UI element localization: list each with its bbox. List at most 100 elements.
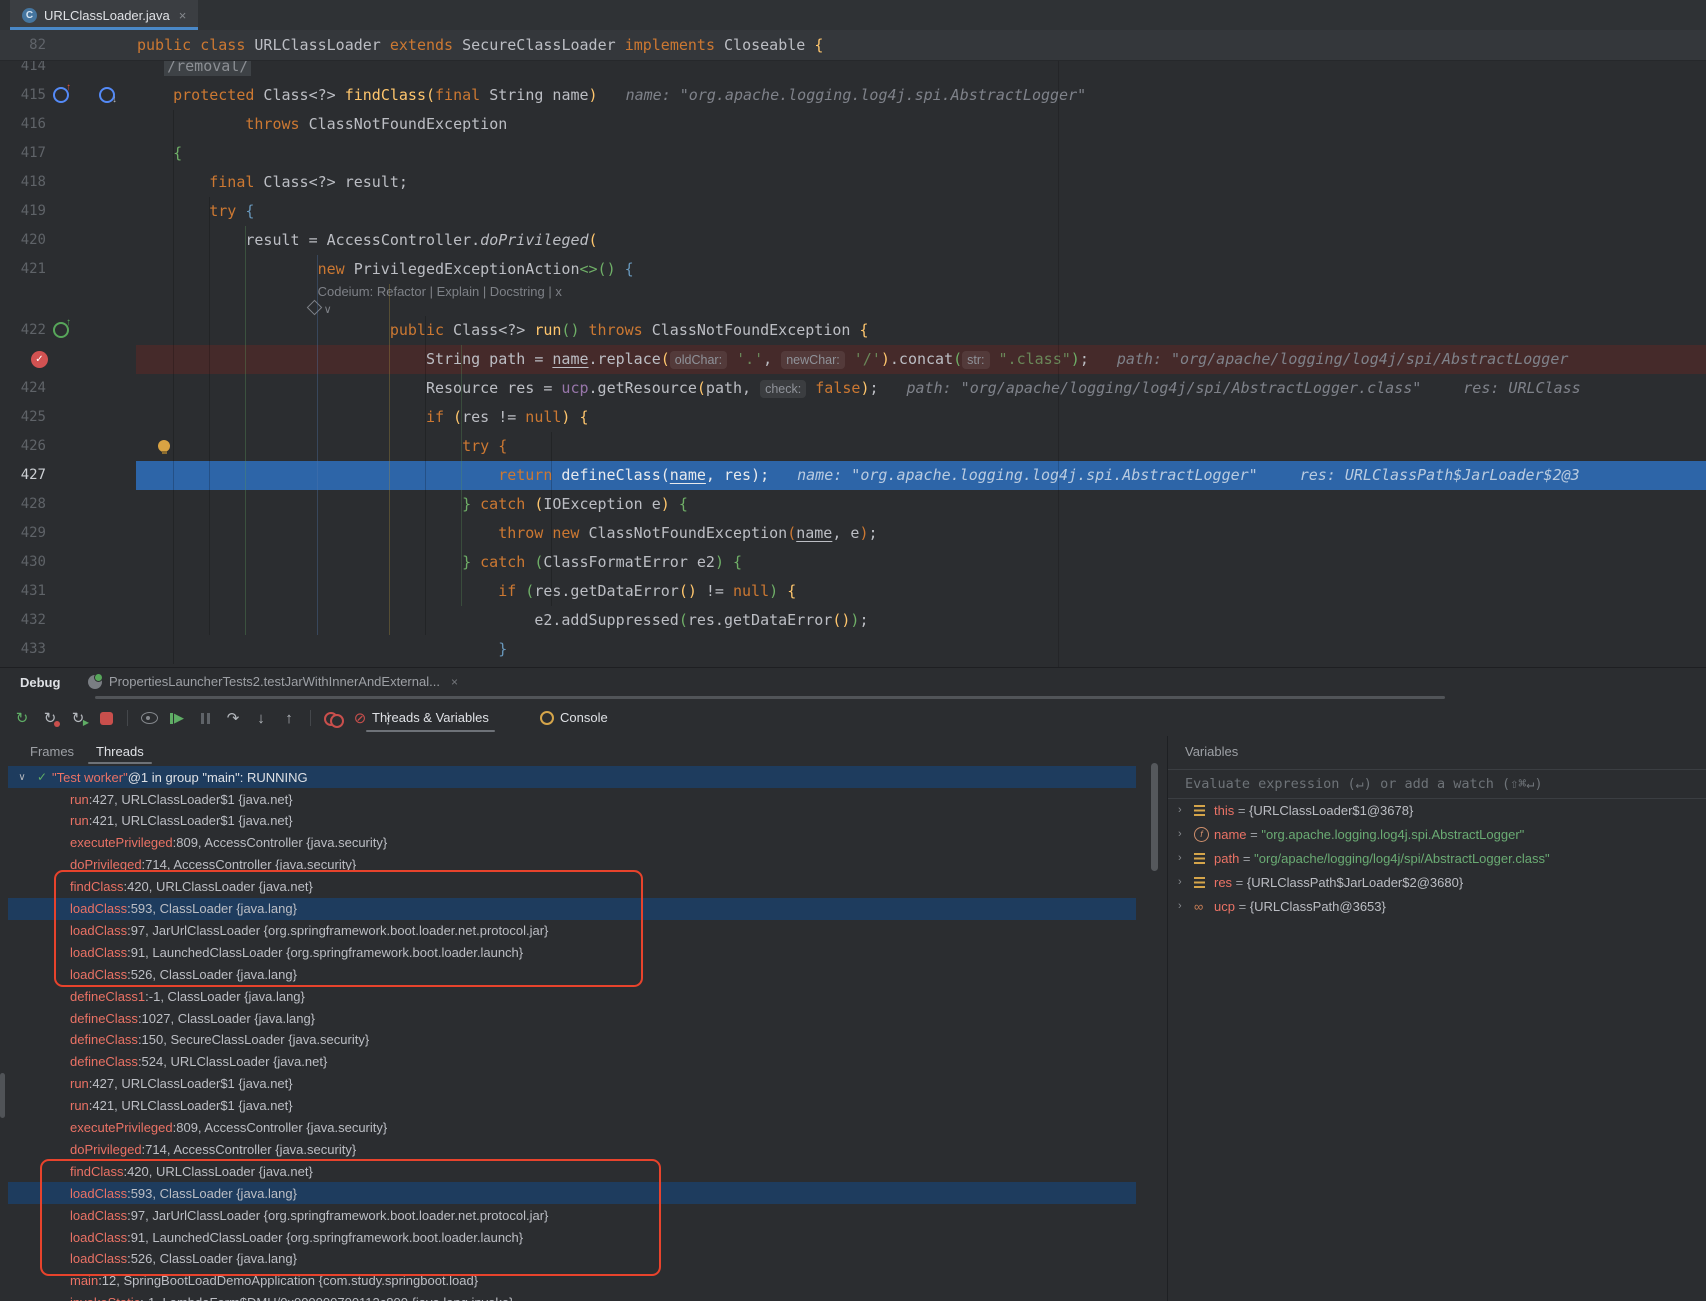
code-token [778,582,787,600]
editor-tab-title: URLClassLoader.java [44,8,170,23]
stack-frame-run[interactable]: run:427, URLClassLoader$1 {java.net} [8,788,1136,810]
line-number[interactable]: 426 [2,432,46,461]
code-line-424[interactable]: 424Resource res = ucp.getResource(path, … [0,374,1706,403]
stack-frame-defineClass1[interactable]: defineClass1:-1, ClassLoader {java.lang} [8,985,1136,1007]
line-number[interactable]: 422 [2,316,46,345]
tab-threads-and-variables[interactable]: Threads & Variables [372,701,489,733]
stack-frame-run[interactable]: run:421, URLClassLoader$1 {java.net} [8,810,1136,832]
variable-row-path[interactable]: ›path = "org/apache/logging/log4j/spi/Ab… [1168,846,1706,870]
stack-frame-defineClass[interactable]: defineClass:524, URLClassLoader {java.ne… [8,1051,1136,1073]
frames-scrollbar[interactable] [1151,763,1158,871]
resume-button[interactable]: ▶ [165,706,189,730]
debug-session-tab[interactable]: PropertiesLauncherTests2.testJarWithInne… [88,674,458,689]
code-token: .replace [589,350,661,368]
code-line-428[interactable]: 428} catch (IOException e) { [0,490,1706,519]
override-up-icon[interactable]: ↑ [52,86,69,103]
code-line-423[interactable]: ✓String path = name.replace(oldChar: '.'… [0,345,1706,374]
tab-frames[interactable]: Frames [30,736,74,766]
line-number[interactable]: 419 [2,197,46,226]
line-number[interactable]: 431 [2,577,46,606]
code-line-421[interactable]: 421new PrivilegedExceptionAction<>() { [0,255,1706,284]
line-number[interactable]: 425 [2,403,46,432]
variable-row-res[interactable]: ›res = {URLClassPath$JarLoader$2@3680} [1168,870,1706,894]
code-token: { [787,582,796,600]
intention-bulb-icon[interactable] [158,440,170,452]
mute-breakpoints-button[interactable]: ⊘ [348,706,372,730]
expand-chevron-icon[interactable]: › [1178,876,1194,888]
code-line-432[interactable]: 432e2.addSuppressed(res.getDataError()); [0,606,1706,635]
code-line-433[interactable]: 433} [0,635,1706,664]
code-line-431[interactable]: 431if (res.getDataError() != null) { [0,577,1706,606]
line-number[interactable]: 427 [2,461,46,490]
close-tab-icon[interactable]: × [179,8,187,23]
code-line-415[interactable]: 415↑↓protected Class<?> findClass(final … [0,81,1706,110]
stack-frame-defineClass[interactable]: defineClass:150, SecureClassLoader {java… [8,1029,1136,1051]
code-line-429[interactable]: 429 throw new ClassNotFoundException(name… [0,519,1706,548]
close-session-icon[interactable]: × [451,675,458,689]
code-token: } [498,640,507,658]
sticky-class-declaration[interactable]: 82 public class URLClassLoader extends S… [0,30,1706,61]
line-number[interactable]: 432 [2,606,46,635]
step-over-button[interactable]: ↷ [221,706,245,730]
line-number[interactable]: 415 [2,81,46,110]
thread-row[interactable]: ∨ ✓ "Test worker" @1 in group "main": RU… [8,766,1136,788]
code-line-426[interactable]: 426try { [0,432,1706,461]
variable-row-ucp[interactable]: ›∞ucp = {URLClassPath@3653} [1168,894,1706,918]
variable-row-this[interactable]: ›this = {URLClassLoader$1@3678} [1168,798,1706,822]
line-number[interactable]: 421 [2,255,46,284]
view-breakpoints-button[interactable] [320,706,344,730]
line-number[interactable]: 433 [2,635,46,664]
line-number[interactable]: 424 [2,374,46,403]
code-line-419[interactable]: 419try { [0,197,1706,226]
code-editor[interactable]: 414/removal/415↑↓protected Class<?> find… [0,30,1706,667]
stack-frame-run[interactable]: run:421, URLClassLoader$1 {java.net} [8,1095,1136,1117]
expand-chevron-icon[interactable]: › [1178,828,1194,840]
watch-options-icon[interactable] [137,706,161,730]
rerun-button[interactable]: ↻ [10,706,34,730]
expand-chevron-icon[interactable]: › [1178,804,1194,816]
step-into-button[interactable]: ↓ [249,706,273,730]
codeium-widget-icon[interactable]: ∨ [309,302,332,316]
code-text: throw new ClassNotFoundException(name, e… [498,519,877,548]
line-number[interactable]: 417 [2,139,46,168]
rerun-failed-tests-button[interactable]: ↻ [38,706,62,730]
stack-frame-executePrivileged[interactable]: executePrivileged:809, AccessController … [8,1117,1136,1139]
chevron-down-icon[interactable]: ∨ [12,772,32,783]
step-out-button[interactable]: ↑ [277,706,301,730]
rerun-tests-button[interactable]: ↻▶ [66,706,90,730]
code-line-418[interactable]: 418final Class<?> result; [0,168,1706,197]
line-number[interactable]: 420 [2,226,46,255]
stack-frame-run[interactable]: run:427, URLClassLoader$1 {java.net} [8,1073,1136,1095]
implements-up-icon[interactable]: ↑ [52,321,69,338]
line-number[interactable]: 416 [2,110,46,139]
tabstrip-scrollbar[interactable] [95,696,1445,699]
line-number[interactable]: 430 [2,548,46,577]
stack-frame-defineClass[interactable]: defineClass:1027, ClassLoader {java.lang… [8,1007,1136,1029]
expand-chevron-icon[interactable]: › [1178,900,1194,912]
code-line-430[interactable]: 430} catch (ClassFormatError e2) { [0,548,1706,577]
stack-frame-doPrivileged[interactable]: doPrivileged:714, AccessController {java… [8,1138,1136,1160]
frames-left-scrollbar[interactable] [0,1073,5,1118]
evaluate-expression-input[interactable]: Evaluate expression (↵) or add a watch (… [1168,769,1706,799]
code-line-417[interactable]: 417{ [0,139,1706,168]
pause-button[interactable] [193,706,217,730]
line-number[interactable]: 428 [2,490,46,519]
overridden-down-icon[interactable]: ↓ [98,86,115,103]
code-line-425[interactable]: 425if (res != null) { [0,403,1706,432]
tab-threads[interactable]: Threads [96,736,144,766]
code-line-422[interactable]: 422↑public Class<?> run() throws ClassNo… [0,316,1706,345]
line-number[interactable]: 429 [2,519,46,548]
stop-button[interactable] [94,706,118,730]
code-line-427[interactable]: 427return defineClass(name, res);name: "… [0,461,1706,490]
stack-frame-executePrivileged[interactable]: executePrivileged:809, AccessController … [8,832,1136,854]
editor-tab-urlclassloader[interactable]: C URLClassLoader.java × [10,0,198,30]
expand-chevron-icon[interactable]: › [1178,852,1194,864]
variable-row-name[interactable]: ›fname = "org.apache.logging.log4j.spi.A… [1168,822,1706,846]
code-line-420[interactable]: 420result = AccessController.doPrivilege… [0,226,1706,255]
tab-console[interactable]: Console [540,701,608,733]
frame-method-name: run [70,1098,89,1113]
codeium-actions[interactable]: Codeium: Refactor | Explain | Docstring … [318,284,562,299]
line-number[interactable]: 418 [2,168,46,197]
breakpoint-icon[interactable]: ✓ [31,351,48,368]
code-line-416[interactable]: 416throws ClassNotFoundException [0,110,1706,139]
